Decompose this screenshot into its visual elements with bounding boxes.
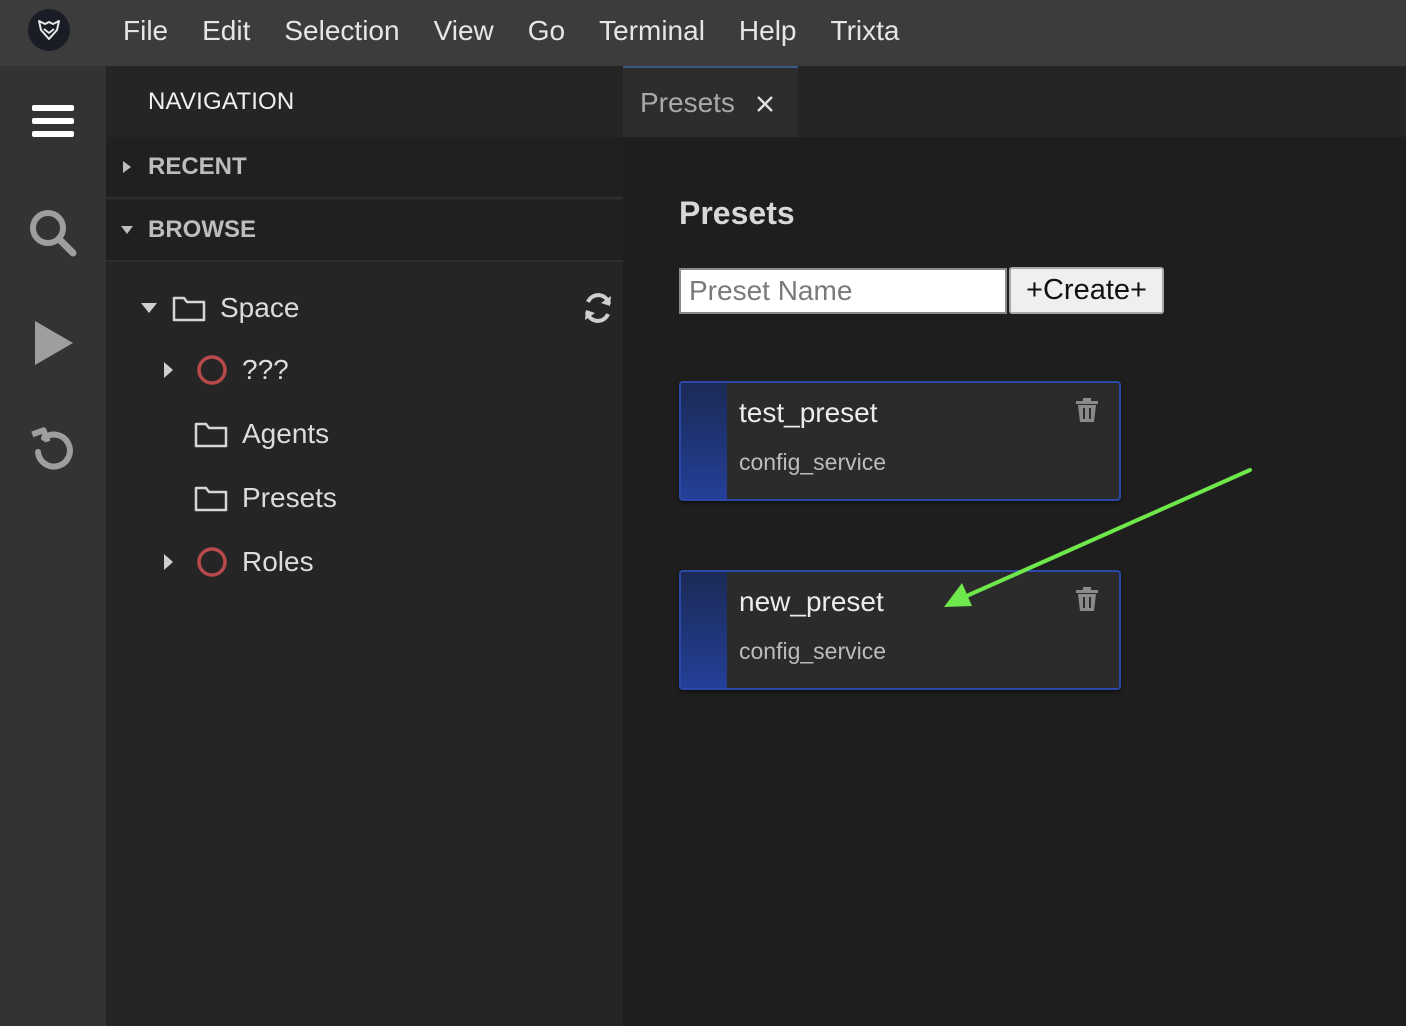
navigation-sidebar: NAVIGATION RECENT BROWSE Space ??? Agent…	[106, 66, 623, 1026]
hamburger-menu-icon[interactable]	[26, 94, 80, 148]
section-recent-label: RECENT	[148, 153, 247, 180]
tree-item-agents[interactable]: Agents	[194, 414, 329, 454]
play-icon[interactable]	[26, 316, 80, 370]
caret-right-icon	[164, 362, 173, 378]
section-recent[interactable]: RECENT	[106, 137, 623, 199]
menu-go[interactable]: Go	[511, 0, 582, 62]
preset-card-name: new_preset	[739, 586, 884, 617]
caret-right-icon	[164, 554, 173, 570]
tree-item-presets-label: Presets	[242, 482, 337, 513]
preset-card-service: config_service	[739, 449, 887, 475]
section-browse-label: BROWSE	[148, 216, 256, 243]
caret-down-icon	[141, 303, 157, 313]
menu-edit[interactable]: Edit	[185, 0, 267, 62]
section-browse[interactable]: BROWSE	[106, 200, 623, 262]
preset-card-new[interactable]: new_preset config_service	[679, 570, 1121, 690]
caret-down-icon	[121, 226, 133, 234]
tree-item-space[interactable]: Space	[140, 288, 299, 328]
menu-terminal[interactable]: Terminal	[582, 0, 722, 62]
card-accent-strip	[681, 383, 727, 499]
tree-item-unknown-label: ???	[242, 354, 289, 385]
folder-icon	[194, 422, 228, 448]
preset-name-input[interactable]	[679, 268, 1007, 314]
tab-presets[interactable]: Presets	[623, 66, 798, 137]
navigation-title: NAVIGATION	[148, 88, 295, 115]
menu-bar: File Edit Selection View Go Terminal Hel…	[0, 0, 1406, 66]
editor-area: Presets +Create+ test_preset config_serv…	[623, 137, 1406, 1026]
create-button[interactable]: +Create+	[1009, 267, 1164, 314]
tree-item-presets[interactable]: Presets	[194, 478, 337, 518]
tree-item-unknown[interactable]: ???	[162, 350, 289, 390]
menu-trixta[interactable]: Trixta	[814, 0, 917, 62]
circle-icon	[197, 355, 227, 385]
refresh-icon[interactable]	[582, 292, 614, 324]
menu-selection[interactable]: Selection	[267, 0, 416, 62]
undo-icon[interactable]	[26, 424, 80, 478]
card-accent-strip	[681, 572, 727, 688]
tree-item-roles-label: Roles	[242, 546, 314, 577]
activity-bar	[0, 66, 106, 1026]
preset-card-test[interactable]: test_preset config_service	[679, 381, 1121, 501]
folder-icon	[194, 486, 228, 512]
folder-icon	[172, 296, 206, 322]
preset-card-service: config_service	[739, 638, 887, 664]
circle-icon	[197, 547, 227, 577]
tree-item-agents-label: Agents	[242, 418, 330, 449]
search-icon[interactable]	[26, 206, 80, 260]
fox-logo-icon[interactable]	[28, 9, 70, 51]
tree-item-roles[interactable]: Roles	[162, 542, 314, 582]
trash-icon[interactable]	[1075, 397, 1099, 423]
menu-file[interactable]: File	[106, 0, 185, 62]
menu-view[interactable]: View	[417, 0, 511, 62]
trash-icon[interactable]	[1075, 586, 1099, 612]
caret-right-icon	[123, 161, 131, 173]
tab-bar: Presets	[623, 66, 1406, 137]
preset-card-name: test_preset	[739, 397, 878, 428]
tab-presets-label: Presets	[640, 86, 735, 118]
close-icon[interactable]	[755, 94, 775, 114]
page-title: Presets	[679, 195, 795, 231]
menu-help[interactable]: Help	[722, 0, 814, 62]
tree-item-space-label: Space	[220, 292, 300, 323]
